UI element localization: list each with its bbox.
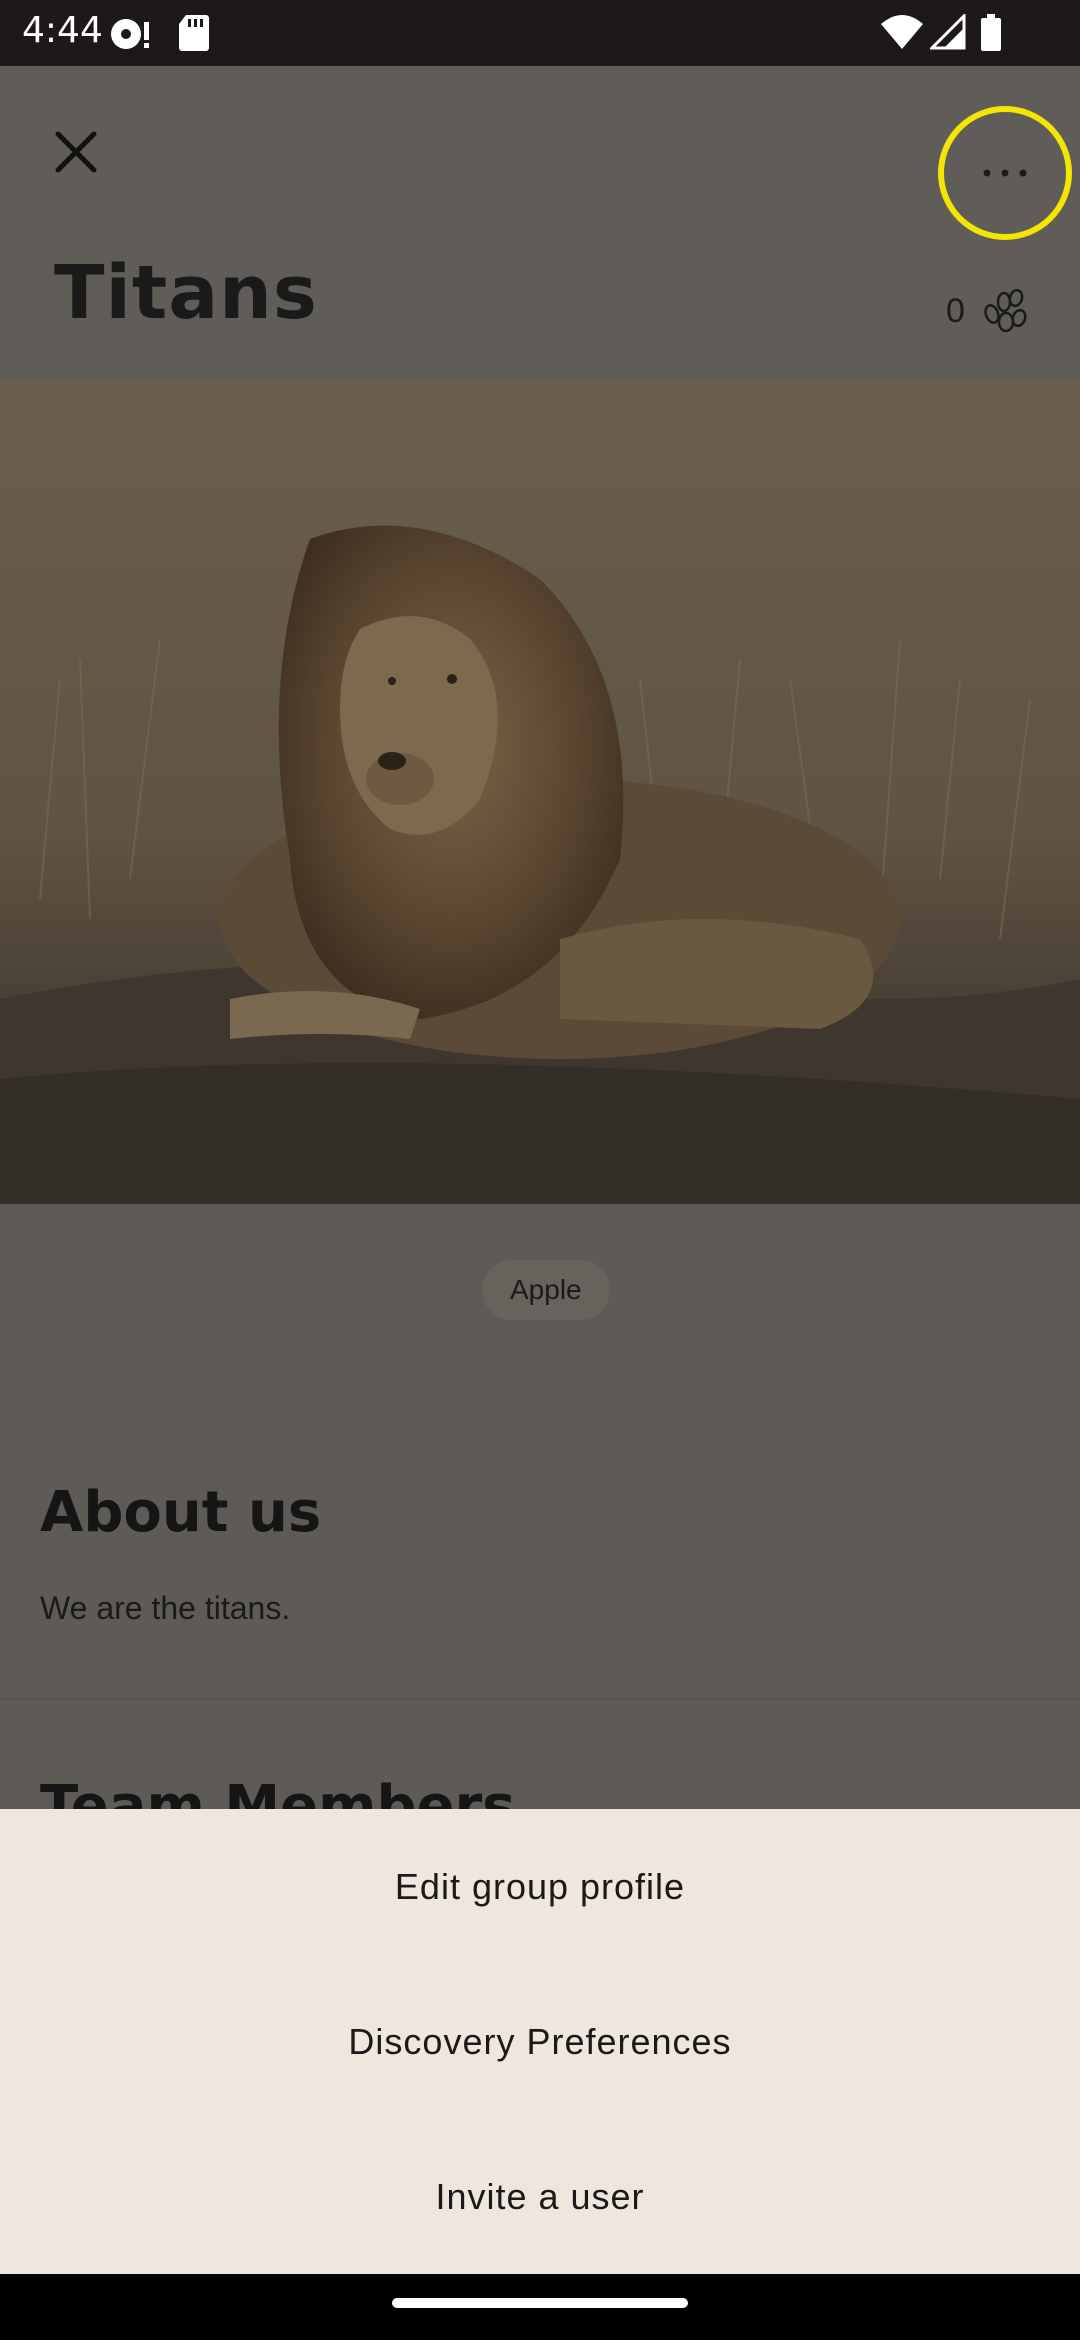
wifi-icon — [881, 15, 923, 49]
close-button[interactable] — [40, 116, 112, 188]
category-tag: Apple — [482, 1260, 610, 1320]
about-section-text: We are the titans. — [40, 1590, 291, 1626]
home-gesture-handle[interactable] — [392, 2298, 688, 2308]
group-header: Titans 0 — [0, 66, 1080, 378]
more-options-button[interactable] — [938, 106, 1072, 240]
paw-icon — [984, 288, 1027, 333]
team-section-title: Team Members — [40, 1774, 516, 1809]
system-navigation-bar — [0, 2274, 1080, 2340]
group-details: Apple About us We are the titans. Team M… — [0, 1204, 1080, 1809]
sd-card-icon — [179, 15, 209, 51]
notification-icon — [111, 19, 149, 49]
status-bar: 4:44 — [0, 0, 1080, 66]
page-title: Titans — [54, 250, 318, 336]
edit-group-profile-option[interactable]: Edit group profile — [0, 1817, 1080, 1957]
discovery-preferences-option[interactable]: Discovery Preferences — [0, 1972, 1080, 2112]
lion-photo — [0, 379, 1080, 1204]
more-horizontal-icon — [983, 169, 1027, 177]
about-section-title: About us — [40, 1480, 322, 1545]
group-cover-image — [0, 379, 1080, 1204]
battery-icon — [981, 14, 1001, 51]
section-divider — [0, 1698, 1080, 1700]
status-time: 4:44 — [22, 10, 103, 51]
options-bottom-sheet: Edit group profile Discovery Preferences… — [0, 1809, 1080, 2274]
invite-user-option[interactable]: Invite a user — [0, 2127, 1080, 2267]
close-icon — [55, 131, 97, 173]
points-count: 0 — [946, 292, 965, 330]
signal-icon — [930, 14, 966, 50]
